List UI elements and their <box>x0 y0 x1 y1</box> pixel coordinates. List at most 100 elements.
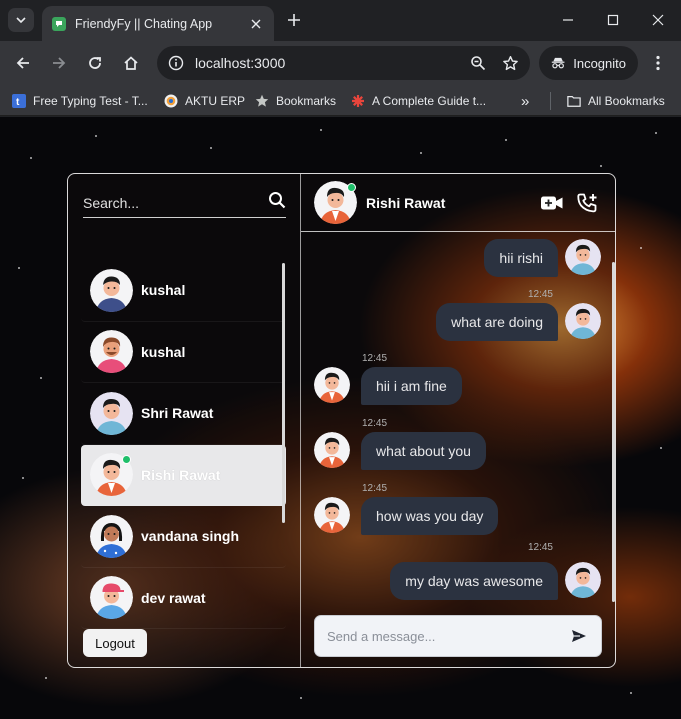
bookmark-aktu-erp[interactable]: AKTU ERP <box>164 91 245 111</box>
message-bubble: my day was awesome <box>390 562 558 600</box>
contact-item[interactable]: kushal <box>81 260 286 322</box>
message-timestamp: 12:45 <box>362 353 388 364</box>
avatar <box>90 576 133 620</box>
message-bubble: hii i am fine <box>361 367 462 405</box>
contact-name: kushal <box>141 343 186 360</box>
bookmarks-divider <box>550 92 551 110</box>
arrow-right-icon <box>53 57 66 69</box>
avatar <box>565 239 601 275</box>
contact-item[interactable]: kushal <box>81 322 286 383</box>
maximize-button[interactable] <box>601 8 625 32</box>
online-status-dot <box>347 183 356 192</box>
message-bubble: hii rishi <box>484 239 558 277</box>
video-call-icon <box>541 196 563 210</box>
add-call-button[interactable] <box>576 191 600 215</box>
chevron-down-icon <box>16 17 26 24</box>
phone-plus-icon <box>577 193 597 213</box>
home-button[interactable] <box>119 51 143 75</box>
all-bookmarks-label: All Bookmarks <box>588 94 665 108</box>
message-sent: what are doing <box>436 303 601 341</box>
contact-list: kushal kushal Shri Rawat Rishi Rawat van… <box>81 260 286 629</box>
avatar <box>90 391 133 435</box>
message-bubble: what are doing <box>436 303 558 341</box>
site-info-icon[interactable] <box>167 54 185 72</box>
incognito-icon <box>551 57 565 69</box>
message-timestamp: 12:45 <box>527 289 553 300</box>
browser-toolbar: localhost:3000 Incognito <box>0 41 681 86</box>
contact-item[interactable]: dev rawat <box>81 568 286 629</box>
bookmark-label: Bookmarks <box>276 94 337 108</box>
contact-name: Rishi Rawat <box>141 466 221 483</box>
minimize-button[interactable] <box>556 8 580 32</box>
video-call-button[interactable] <box>540 191 564 215</box>
bookmark-label: A Complete Guide t... <box>372 94 487 108</box>
contacts-sidebar: kushal kushal Shri Rawat <box>68 174 301 667</box>
plus-icon <box>288 14 300 26</box>
message-composer <box>314 615 602 657</box>
tab-strip: FriendyFy || Chating App <box>0 0 681 41</box>
message-timestamp: 12:45 <box>362 483 388 494</box>
tab-title: FriendyFy || Chating App <box>75 16 213 31</box>
bookmark-label: Free Typing Test - T... <box>33 94 148 108</box>
close-tab-icon[interactable] <box>248 16 264 32</box>
contact-item-active[interactable]: Rishi Rawat <box>81 444 286 506</box>
more-bookmarks-button[interactable]: » <box>521 91 529 111</box>
logout-button[interactable]: Logout <box>83 629 147 657</box>
tab-search-button[interactable] <box>8 8 34 32</box>
reload-button[interactable] <box>83 51 107 75</box>
contacts-scrollbar[interactable] <box>282 263 285 523</box>
chat-app-window: kushal kushal Shri Rawat <box>67 173 616 668</box>
message-list: hii rishi 12:45 what are doing 12:45 hii… <box>301 233 615 603</box>
avatar <box>565 562 601 598</box>
bookmark-complete-guide[interactable]: A Complete Guide t... <box>351 91 486 111</box>
message-sent: my day was awesome <box>390 562 601 600</box>
message-received: how was you day <box>314 497 499 535</box>
all-bookmarks-button[interactable]: All Bookmarks <box>567 91 665 111</box>
bookmark-label: AKTU ERP <box>185 94 246 108</box>
incognito-label: Incognito <box>573 55 626 71</box>
send-button[interactable] <box>569 626 589 646</box>
message-bubble: what about you <box>361 432 486 470</box>
contact-name: Shri Rawat <box>141 405 214 422</box>
aktu-favicon <box>164 94 178 108</box>
browser-tab[interactable]: FriendyFy || Chating App <box>42 6 274 41</box>
minimize-icon <box>563 19 573 21</box>
avatar <box>565 303 601 339</box>
bookmark-bookmarks-folder[interactable]: Bookmarks <box>255 91 336 111</box>
chat-contact-name: Rishi Rawat <box>366 194 446 211</box>
close-window-button[interactable] <box>646 8 670 32</box>
new-tab-button[interactable] <box>284 10 304 30</box>
search-input[interactable] <box>83 194 253 211</box>
forward-button[interactable] <box>47 51 71 75</box>
bookmark-star-icon[interactable] <box>500 53 520 73</box>
incognito-indicator[interactable]: Incognito <box>539 46 638 80</box>
browser-menu-button[interactable] <box>648 53 668 73</box>
messages-scrollbar[interactable] <box>612 262 615 602</box>
avatar <box>314 432 350 468</box>
back-button[interactable] <box>11 51 35 75</box>
page-background: kushal kushal Shri Rawat <box>0 117 681 719</box>
address-bar[interactable]: localhost:3000 <box>157 46 530 80</box>
maximize-icon <box>607 14 619 26</box>
bookmark-typing-test[interactable]: t Free Typing Test - T... <box>12 91 148 111</box>
contact-item[interactable]: vandana singh <box>81 506 286 568</box>
contact-name: kushal <box>141 282 186 299</box>
send-icon <box>572 630 586 642</box>
message-received: hii i am fine <box>314 367 462 405</box>
message-received: what about you <box>314 432 486 470</box>
guide-favicon <box>351 94 365 108</box>
reload-icon <box>89 57 101 69</box>
message-sent: hii rishi <box>484 239 601 277</box>
contact-item[interactable]: Shri Rawat <box>81 383 286 445</box>
search-icon[interactable] <box>268 191 286 214</box>
url-text[interactable]: localhost:3000 <box>195 55 456 71</box>
star-icon <box>255 94 269 108</box>
close-icon <box>652 14 664 26</box>
arrow-left-icon <box>16 57 29 69</box>
contact-name: dev rawat <box>141 589 206 606</box>
search-bar <box>83 188 286 218</box>
contact-name: vandana singh <box>141 528 240 545</box>
app-favicon <box>52 16 66 31</box>
zoom-icon[interactable] <box>468 53 488 73</box>
message-input[interactable] <box>327 628 569 644</box>
